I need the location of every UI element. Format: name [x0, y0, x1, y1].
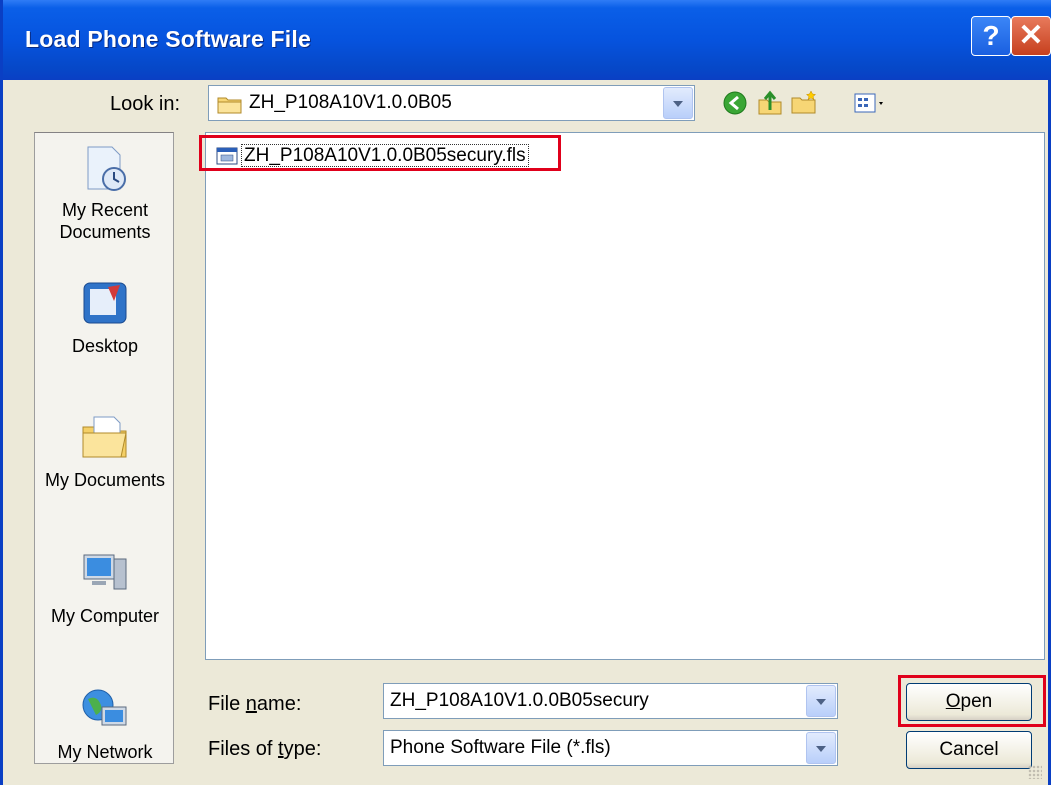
- file-name-value: ZH_P108A10V1.0.0B05secury: [390, 690, 649, 711]
- file-type-value: Phone Software File (*.fls): [390, 737, 611, 758]
- my-network-icon: [82, 689, 127, 726]
- place-label: My Recent: [61, 200, 149, 220]
- dialog-title: Load Phone Software File: [25, 26, 311, 52]
- up-folder-icon[interactable]: [755, 88, 785, 118]
- chevron-down-icon[interactable]: [663, 87, 693, 119]
- title-bar[interactable]: Load Phone Software File ? ✕: [3, 0, 1051, 80]
- open-highlight-box: [898, 675, 1046, 727]
- place-label: My Documents: [44, 470, 166, 490]
- look-in-combo[interactable]: ZH_P108A10V1.0.0B05: [208, 85, 695, 121]
- chevron-down-icon[interactable]: [806, 685, 836, 717]
- place-my-recent-documents[interactable]: My Recent Documents: [35, 143, 175, 243]
- cancel-button[interactable]: Cancel: [906, 731, 1032, 769]
- places-bar: My Recent Documents Desktop My Documents: [34, 132, 174, 764]
- folder-icon: [217, 97, 242, 114]
- file-name-input[interactable]: ZH_P108A10V1.0.0B05secury: [383, 683, 838, 719]
- views-menu-icon[interactable]: [852, 88, 890, 118]
- place-label: My Computer: [50, 606, 160, 626]
- new-folder-icon[interactable]: [789, 88, 819, 118]
- my-documents-icon: [82, 416, 127, 458]
- file-type-label: Files of type:: [208, 738, 322, 760]
- place-label: My Network: [57, 742, 153, 762]
- resize-grip[interactable]: [1028, 765, 1042, 779]
- place-my-network[interactable]: My Network: [35, 685, 175, 763]
- look-in-value: ZH_P108A10V1.0.0B05: [249, 92, 452, 113]
- file-type-select[interactable]: Phone Software File (*.fls): [383, 730, 838, 766]
- file-name-label: File name:: [208, 693, 302, 715]
- desktop-icon: [83, 282, 127, 324]
- close-button[interactable]: ✕: [1011, 16, 1051, 56]
- back-icon[interactable]: [720, 88, 750, 118]
- my-computer-icon: [83, 554, 127, 590]
- help-button[interactable]: ?: [971, 16, 1011, 56]
- recent-documents-icon: [87, 146, 126, 191]
- place-my-computer[interactable]: My Computer: [35, 549, 175, 627]
- chevron-down-icon[interactable]: [806, 732, 836, 764]
- place-label: Desktop: [71, 336, 139, 356]
- place-desktop[interactable]: Desktop: [35, 279, 175, 357]
- place-label: Documents: [59, 222, 151, 242]
- load-phone-software-dialog: Load Phone Software File ? ✕ Look in: ZH…: [0, 0, 1051, 785]
- place-my-documents[interactable]: My Documents: [35, 413, 175, 491]
- file-highlight-box: [199, 135, 561, 171]
- file-list[interactable]: ZH_P108A10V1.0.0B05secury.fls: [205, 132, 1045, 660]
- look-in-label: Look in:: [110, 93, 181, 115]
